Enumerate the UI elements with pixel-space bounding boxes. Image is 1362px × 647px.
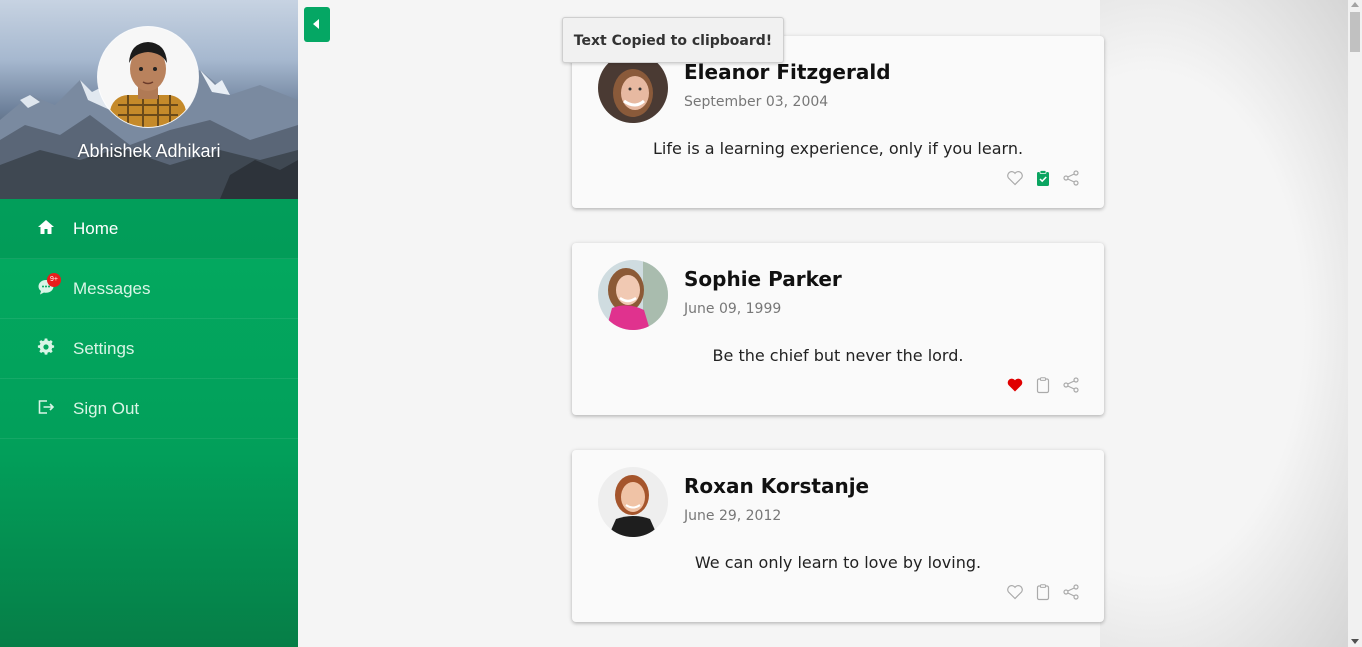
card-avatar: [598, 260, 668, 330]
heart-outline-icon[interactable]: [1006, 583, 1024, 601]
nav-item-sign-out[interactable]: Sign Out: [0, 379, 298, 439]
card-actions: [1006, 376, 1080, 394]
card-quote: We can only learn to love by loving.: [694, 553, 982, 572]
nav-item-messages[interactable]: 9+ Messages: [0, 259, 298, 319]
gear-icon: [37, 338, 55, 355]
page-scrollbar[interactable]: [1348, 0, 1362, 647]
quote-card: Roxan Korstanje June 29, 2012 We can onl…: [572, 450, 1104, 622]
scroll-up-arrow-icon[interactable]: [1351, 2, 1359, 7]
card-actions: [1006, 169, 1080, 187]
share-icon[interactable]: [1062, 169, 1080, 187]
heart-filled-icon[interactable]: [1006, 376, 1024, 394]
card-avatar: [598, 467, 668, 537]
card-quote: Be the chief but never the lord.: [712, 346, 964, 365]
card-date: June 29, 2012: [684, 508, 782, 524]
card-quote: Life is a learning experience, only if y…: [652, 139, 1024, 158]
sidebar: Abhishek Adhikari Home 9+ Messages Setti…: [0, 0, 298, 647]
card-actions: [1006, 583, 1080, 601]
card-date: September 03, 2004: [684, 94, 829, 110]
copied-toast: Text Copied to clipboard!: [562, 17, 784, 63]
scroll-thumb[interactable]: [1350, 12, 1360, 52]
card-date: June 09, 1999: [684, 301, 782, 317]
nav-item-settings[interactable]: Settings: [0, 319, 298, 379]
card-author-name: Roxan Korstanje: [684, 474, 870, 498]
profile-name: Abhishek Adhikari: [77, 141, 221, 161]
heart-outline-icon[interactable]: [1006, 169, 1024, 187]
share-icon[interactable]: [1062, 583, 1080, 601]
messages-badge: 9+: [47, 273, 61, 287]
profile-header: Abhishek Adhikari: [0, 0, 298, 199]
clipboard-icon[interactable]: [1034, 583, 1052, 601]
nav-label-home: Home: [73, 218, 119, 238]
background-shade: [1100, 0, 1348, 647]
nav-label-messages: Messages: [73, 278, 151, 298]
card-author-name: Sophie Parker: [684, 267, 842, 291]
home-icon: [38, 220, 54, 234]
sign-out-icon: [38, 400, 55, 414]
nav-label-settings: Settings: [73, 338, 135, 358]
nav-label-sign-out: Sign Out: [73, 398, 140, 418]
share-icon[interactable]: [1062, 376, 1080, 394]
clipboard-icon[interactable]: [1034, 376, 1052, 394]
quote-card: Sophie Parker June 09, 1999 Be the chief…: [572, 243, 1104, 415]
scroll-down-arrow-icon[interactable]: [1351, 639, 1359, 644]
profile-avatar[interactable]: [98, 27, 198, 127]
sidebar-toggle-button[interactable]: [304, 7, 330, 42]
clipboard-check-icon[interactable]: [1034, 169, 1052, 187]
nav-item-home[interactable]: Home: [0, 199, 298, 259]
